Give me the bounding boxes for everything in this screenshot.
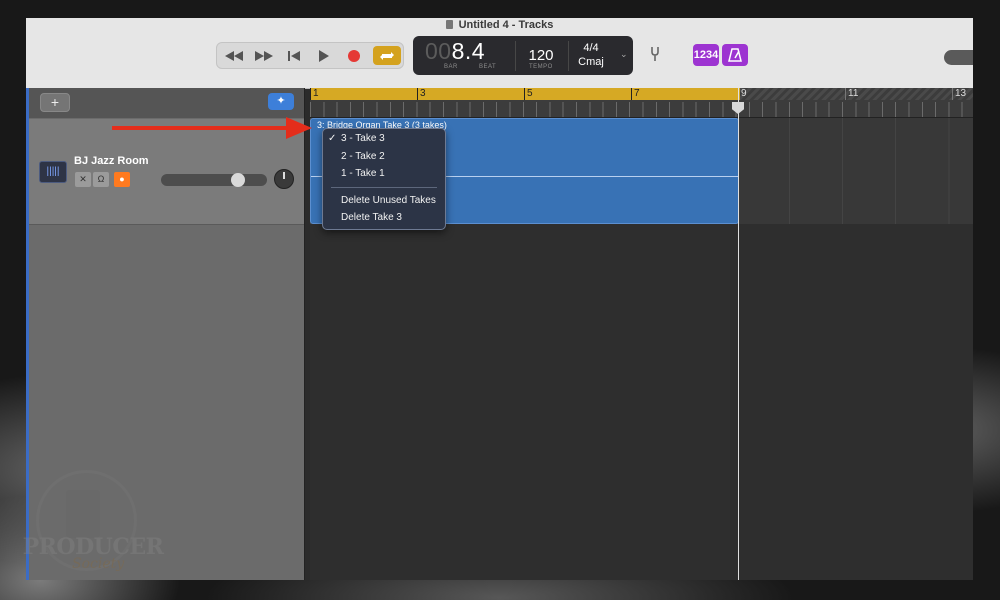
- metronome-icon[interactable]: [722, 44, 748, 66]
- control-bar: Untitled 4 - Tracks 008.4 BAR BEAT 120 T…: [26, 18, 973, 89]
- track-name[interactable]: BJ Jazz Room: [74, 155, 149, 167]
- rewind-icon[interactable]: [219, 43, 249, 68]
- record-icon[interactable]: [339, 43, 369, 68]
- playhead-position: 008.4: [425, 38, 486, 64]
- mute-icon[interactable]: ✕: [75, 172, 91, 187]
- menu-item-label: 3 - Take 3: [341, 133, 385, 144]
- cycle-region[interactable]: [310, 88, 740, 100]
- track-header[interactable]: ||||| BJ Jazz Room ✕ Ω ●: [26, 119, 304, 225]
- empty-tracks-area[interactable]: [310, 224, 973, 580]
- lcd-divider: [568, 41, 569, 71]
- playhead[interactable]: [738, 88, 739, 580]
- bar-marker: [524, 88, 525, 100]
- menu-item-take-1[interactable]: 1 - Take 1: [323, 166, 445, 182]
- add-track-button[interactable]: +: [40, 93, 70, 112]
- menu-item-label: 2 - Take 2: [341, 151, 385, 162]
- timeline-ruler[interactable]: 1 3 5 7 9 11 13: [310, 88, 973, 118]
- producer-society-watermark: PRODUCER Society: [18, 470, 168, 580]
- bar-marker: [417, 88, 418, 100]
- cycle-icon[interactable]: [373, 46, 401, 65]
- ruler-ticks: [310, 102, 973, 117]
- chevron-down-icon[interactable]: ⌄: [620, 49, 628, 60]
- bar-marker: [631, 88, 632, 100]
- bar-number: 13: [955, 88, 967, 99]
- takes-menu: ✓ 3 - Take 3 2 - Take 2 1 - Take 1 Delet…: [322, 128, 446, 230]
- menu-divider: [331, 187, 437, 188]
- bar-number: 11: [848, 88, 859, 99]
- checkmark-icon: ✓: [328, 133, 337, 144]
- pan-knob[interactable]: [274, 169, 294, 189]
- track-header-toolbar: + ✦: [26, 88, 304, 118]
- window-title: Untitled 4 - Tracks: [26, 18, 973, 32]
- bar-marker: [845, 88, 846, 100]
- garageband-window: Untitled 4 - Tracks 008.4 BAR BEAT 120 T…: [26, 18, 973, 580]
- bar-number: 7: [634, 88, 640, 99]
- bar-number: 9: [741, 88, 747, 99]
- beat-label: BEAT: [479, 64, 497, 70]
- menu-item-take-3[interactable]: ✓ 3 - Take 3: [323, 131, 445, 147]
- menu-item-delete-take-3[interactable]: Delete Take 3: [323, 210, 445, 226]
- play-icon[interactable]: [309, 43, 339, 68]
- speaker-icon: [66, 490, 100, 538]
- lcd-divider: [515, 41, 516, 71]
- menu-item-take-2[interactable]: 2 - Take 2: [323, 149, 445, 165]
- annotation-arrow: [112, 126, 288, 130]
- bar-number: 3: [420, 88, 426, 99]
- time-signature-value: 4/4: [583, 42, 599, 54]
- bar-marker: [952, 88, 953, 100]
- lcd-mode-pill[interactable]: [944, 50, 973, 65]
- time-signature[interactable]: 4/4 Cmaj: [571, 41, 611, 69]
- tempo-label: TEMPO: [529, 64, 553, 70]
- go-to-beginning-icon[interactable]: [279, 43, 309, 68]
- waveform-icon: |||||: [39, 161, 67, 183]
- document-icon: [445, 20, 453, 29]
- lcd-display[interactable]: 008.4 BAR BEAT 120 TEMPO 4/4 Cmaj ⌄: [413, 36, 633, 75]
- watermark-subtitle: Society: [72, 556, 125, 572]
- menu-item-label: 1 - Take 1: [341, 168, 385, 179]
- fast-forward-icon[interactable]: [249, 43, 279, 68]
- volume-slider[interactable]: [161, 174, 267, 186]
- count-in-icon[interactable]: 1234: [693, 44, 719, 66]
- tempo-value[interactable]: 120: [521, 47, 561, 64]
- key-value: Cmaj: [578, 56, 604, 68]
- menu-item-delete-unused-takes[interactable]: Delete Unused Takes: [323, 193, 445, 209]
- catch-playhead-icon[interactable]: ✦: [268, 93, 294, 110]
- bar-label: BAR: [444, 64, 458, 70]
- bar-number: 1: [313, 88, 319, 99]
- tuner-icon[interactable]: [648, 46, 662, 67]
- menu-item-label: Delete Take 3: [341, 212, 402, 223]
- bar-marker: [310, 88, 311, 100]
- transport-controls: [216, 42, 404, 69]
- bar-number: 5: [527, 88, 533, 99]
- menu-item-label: Delete Unused Takes: [341, 195, 436, 206]
- headphones-icon[interactable]: Ω: [93, 172, 109, 187]
- volume-slider-handle[interactable]: [231, 173, 245, 187]
- record-enable-icon[interactable]: ●: [114, 172, 130, 187]
